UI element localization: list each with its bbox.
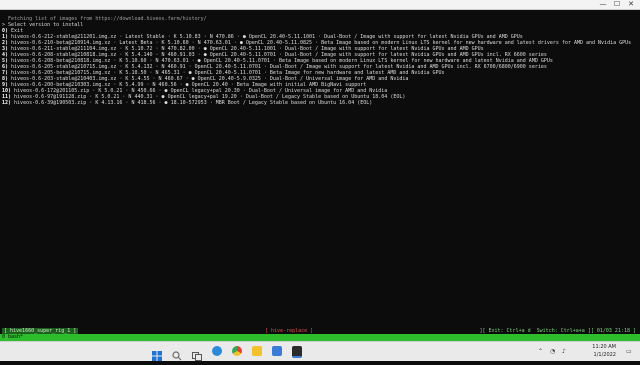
network-icon[interactable]: ◔ xyxy=(550,348,555,355)
edge-icon[interactable] xyxy=(212,346,222,356)
clock-date: 1/1/2022 xyxy=(593,352,616,358)
close-icon[interactable]: ✕ xyxy=(624,0,638,9)
start-icon-tile xyxy=(157,356,162,361)
terminal-line: 12) hiveos-0.6-39@190503.zip · K 4.13.16… xyxy=(2,100,638,106)
chevron-up-icon[interactable]: ⌃ xyxy=(538,348,543,355)
menu-option-number: 12) xyxy=(2,100,12,106)
tmux-window-bar: 0 bash* xyxy=(0,334,640,341)
file-explorer-icon[interactable] xyxy=(252,346,262,356)
terminal-output: Fetching list of images from https://dow… xyxy=(2,16,638,106)
clock-time: 11:20 AM xyxy=(592,344,616,350)
terminal-icon[interactable] xyxy=(292,346,302,358)
volume-icon[interactable]: ♪ xyxy=(562,348,566,355)
terminal-line-text: hiveos-0.6-39@190503.zip · K 4.13.16 · N… xyxy=(11,100,373,106)
window-titlebar: — ☐ ✕ xyxy=(0,0,640,10)
minimize-icon[interactable]: — xyxy=(596,0,610,9)
tmux-window-list[interactable]: 0 bash* xyxy=(2,334,23,341)
terminal-window[interactable]: Fetching list of images from https://dow… xyxy=(0,10,640,328)
maximize-icon[interactable]: ☐ xyxy=(610,0,624,9)
taskbar: ⌃ ◔ ♪ 11:20 AM 1/1/2022 ▭ xyxy=(0,341,640,361)
store-icon[interactable] xyxy=(272,346,282,356)
clock[interactable]: 11:20 AM 1/1/2022 xyxy=(592,343,616,359)
task-view-icon[interactable] xyxy=(192,346,202,361)
start-icon-tile xyxy=(152,356,157,361)
start-icon-tile xyxy=(157,351,162,356)
notification-icon[interactable]: ▭ xyxy=(626,348,632,355)
search-icon[interactable] xyxy=(172,346,182,361)
start-icon-tile xyxy=(152,351,157,356)
chrome-icon[interactable] xyxy=(232,346,242,356)
start-icon[interactable] xyxy=(152,346,162,361)
